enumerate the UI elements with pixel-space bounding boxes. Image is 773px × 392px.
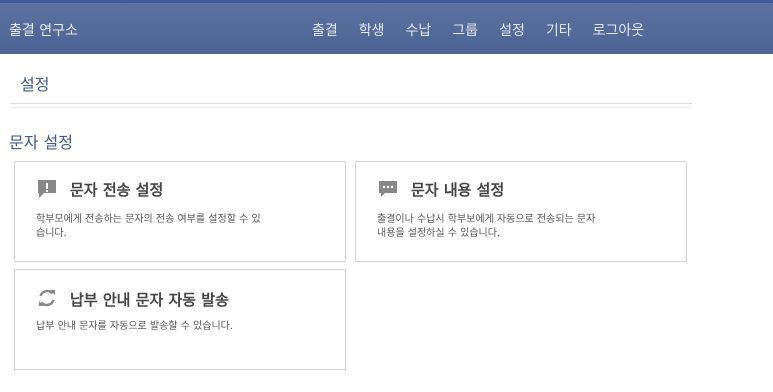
title-divider [10,103,692,108]
nav-item-etc[interactable]: 기타 [546,20,572,40]
message-dots-icon [378,180,398,202]
card-title: 문자 전송 설정 [70,181,164,199]
card-description-line: 학부모에게 전송하는 문자의 전송 여부를 설정할 수 있 [36,214,261,225]
page-title: 설정 [20,75,50,94]
alert-chat-icon [37,179,57,203]
card-description: 납부 안내 문자를 자동으로 발송할 수 있습니다. [36,320,233,334]
card-description-line: 습니다. [36,228,67,239]
sms-content-settings-card[interactable]: 문자 내용 설정 출결이나 수납시 학부보에게 자동으로 전송되는 문자 내용을… [355,161,687,262]
card-description: 출결이나 수납시 학부보에게 자동으로 전송되는 문자 내용을 설정하실 수 있… [377,213,595,241]
nav-item-payments[interactable]: 수납 [406,20,432,40]
nav-menu: 출결 학생 수납 그룹 설정 기타 로그아웃 [312,20,665,40]
auto-payment-sms-card[interactable]: 납부 안내 문자 자동 발송 납부 안내 문자를 자동으로 발송할 수 있습니다… [14,269,346,370]
refresh-icon [37,288,57,312]
card-description-line: 납부 안내 문자를 자동으로 발송할 수 있습니다. [36,321,234,332]
top-navbar: 출결 연구소 출결 학생 수납 그룹 설정 기타 로그아웃 [0,0,773,54]
sms-send-settings-card[interactable]: 문자 전송 설정 학부모에게 전송하는 문자의 전송 여부를 설정할 수 있 습… [14,161,346,262]
card-description-line: 내용을 설정하실 수 있습니다. [377,228,501,239]
card-title: 문자 내용 설정 [411,181,505,199]
card-description-line: 출결이나 수납시 학부보에게 자동으로 전송되는 문자 [377,214,596,225]
brand-title[interactable]: 출결 연구소 [9,20,78,40]
nav-item-students[interactable]: 학생 [359,20,385,40]
nav-item-logout[interactable]: 로그아웃 [593,20,645,40]
card-description: 학부모에게 전송하는 문자의 전송 여부를 설정할 수 있 습니다. [36,213,261,241]
nav-item-settings[interactable]: 설정 [499,20,525,40]
nav-item-groups[interactable]: 그룹 [452,20,478,40]
card-title: 납부 안내 문자 자동 발송 [70,291,229,309]
section-title: 문자 설정 [9,133,73,152]
nav-item-attendance[interactable]: 출결 [312,20,338,40]
